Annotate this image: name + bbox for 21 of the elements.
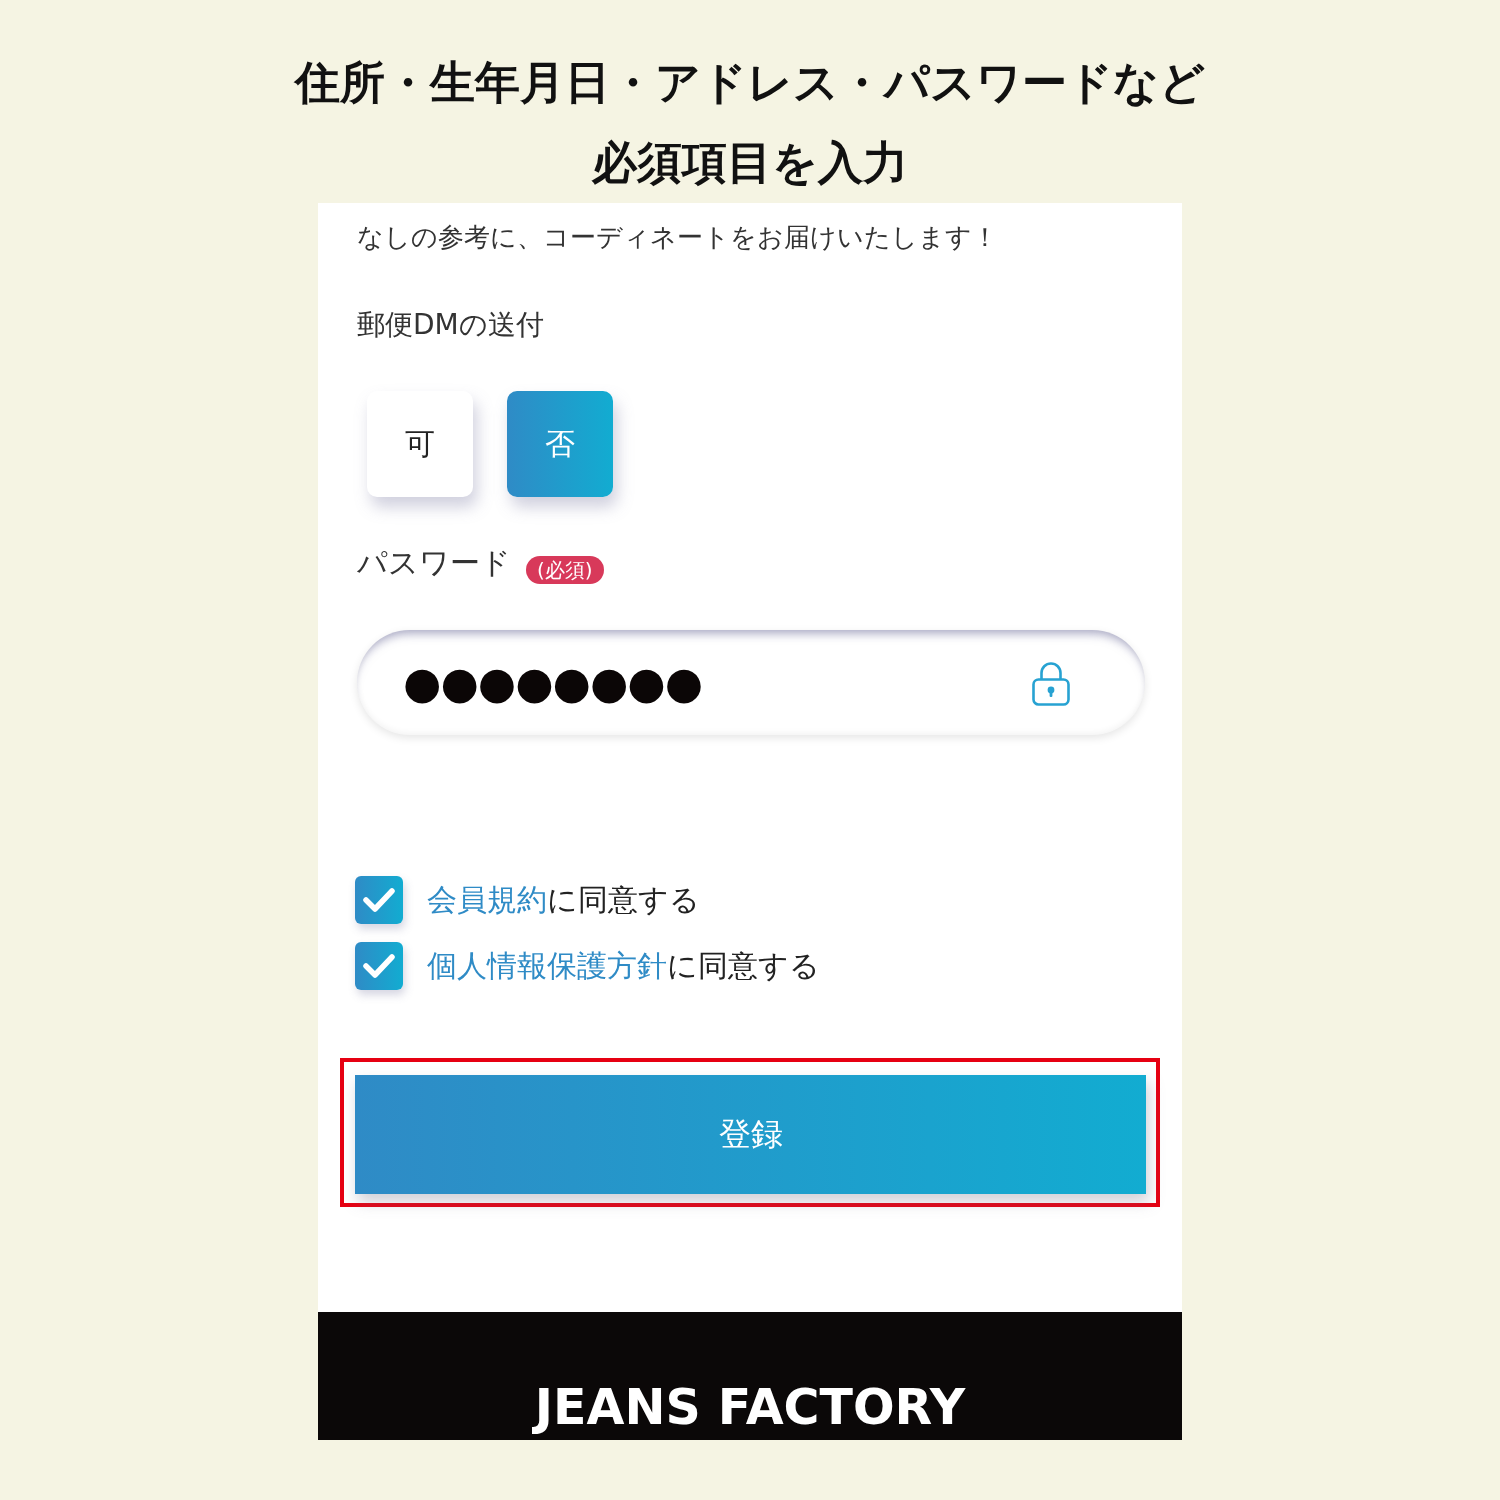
field-label: 郵便DMの送付 xyxy=(357,307,544,343)
checkbox[interactable] xyxy=(355,942,403,990)
option-button[interactable]: 可 xyxy=(367,391,473,497)
agreement-text: 会員規約に同意する xyxy=(427,881,700,919)
password-field[interactable]: ●●●●●●●● xyxy=(357,630,1145,735)
heading-text: 必須項目を入力 xyxy=(592,135,908,191)
register-button[interactable]: 登録 xyxy=(355,1075,1146,1194)
policy-link[interactable]: 会員規約 xyxy=(427,882,547,917)
intro-text: なしの参考に、コーディネートをお届けいたします！ xyxy=(357,221,998,254)
required-badge: (必須) xyxy=(526,556,604,584)
agreement-text: 個人情報保護方針に同意する xyxy=(427,947,820,985)
password-value: ●●●●●●●● xyxy=(403,657,703,708)
policy-link[interactable]: 個人情報保護方針 xyxy=(427,948,667,983)
field-label: パスワード xyxy=(357,544,511,582)
option-button[interactable]: 否 xyxy=(507,391,613,497)
brand-logo[interactable]: JEANS FACTORY xyxy=(534,1382,966,1434)
checkbox[interactable] xyxy=(355,876,403,924)
heading-text: 住所・生年月日・アドレス・パスワードなど xyxy=(295,55,1205,111)
check-icon xyxy=(363,953,395,979)
check-icon xyxy=(363,887,395,913)
padlock-icon[interactable] xyxy=(1032,659,1070,706)
